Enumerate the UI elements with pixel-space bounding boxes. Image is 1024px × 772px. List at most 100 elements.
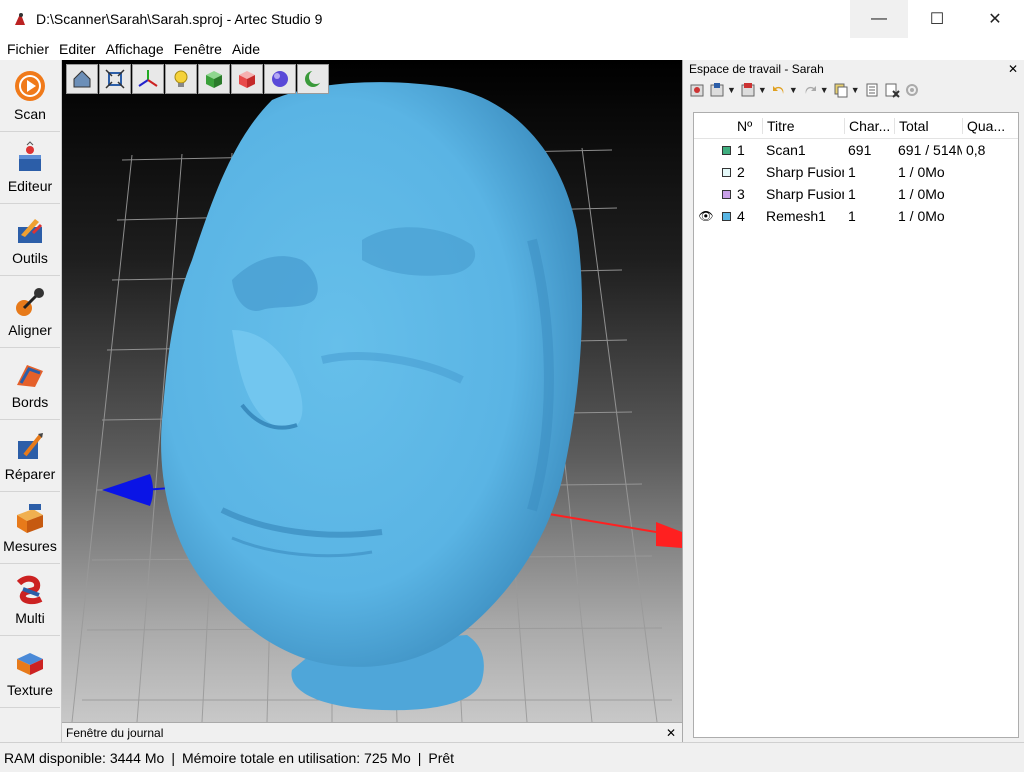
tool-measures-button[interactable]: Mesures [0,492,60,564]
tools-icon [18,219,43,243]
tool-measures-label: Mesures [3,538,57,554]
tool-align-button[interactable]: Aligner [0,276,60,348]
axes-button[interactable] [132,64,164,94]
col-header-char[interactable]: Char... [844,117,894,134]
ws-save-button[interactable]: ▼ [740,82,767,98]
tool-texture-button[interactable]: Texture [0,636,60,708]
window-title: D:\Scanner\Sarah\Sarah.sproj - Artec Stu… [36,11,323,27]
log-window-bar: Fenêtre du journal ✕ [62,722,682,742]
gear-icon [905,84,918,96]
tool-repair-button[interactable]: Réparer [0,420,60,492]
menu-affichage[interactable]: Affichage [101,41,169,57]
fit-view-button[interactable] [99,64,131,94]
edges-icon [17,365,43,387]
light-icon [174,70,188,87]
left-toolbar: Scan Editeur Outils Aligner Bords Répare… [0,60,62,742]
col-header-total[interactable]: Total [894,117,962,134]
title-bar: D:\Scanner\Sarah\Sarah.sproj - Artec Stu… [0,0,1024,38]
ws-copy-button[interactable]: ▼ [833,82,860,98]
table-row[interactable]: 2 Sharp Fusion 1 1 / 0Mo [694,161,1018,183]
ws-properties-button[interactable] [864,82,880,98]
ws-undo-button[interactable]: ▼ [771,82,798,98]
moon-button[interactable] [297,64,329,94]
close-window-button[interactable]: ✕ [966,0,1024,38]
workspace-toolbar: ▼ ▼ ▼ ▼ ▼ [683,78,1024,102]
row-no: 3 [737,186,745,202]
col-header-no[interactable]: Nº [734,118,762,134]
color-swatch[interactable] [718,211,734,221]
tool-scan-button[interactable]: Scan [0,60,60,132]
ws-settings-button[interactable] [904,82,920,98]
cube-button[interactable] [198,64,230,94]
workspace-header: Espace de travail - Sarah ✕ [683,60,1024,78]
artec-app-icon [15,13,25,25]
row-qua: 0,8 [966,142,986,158]
table-row[interactable]: 👁 4 Remesh1 1 1 / 0Mo [694,205,1018,227]
measures-icon [17,504,43,533]
status-ram: RAM disponible: 3444 Mo [4,749,165,766]
status-state: Prêt [428,749,455,766]
delete-icon [885,83,900,98]
table-row[interactable]: 1 Scan1 691 691 / 514M 0,8 [694,139,1018,161]
fit-view-icon [105,69,125,89]
menu-editer[interactable]: Editer [54,41,101,57]
color-swatch[interactable] [718,145,734,155]
red-cube-button[interactable] [231,64,263,94]
eye-icon[interactable]: 👁 [694,209,718,223]
home-view-icon [73,70,91,88]
row-char: 1 [848,186,856,202]
status-separator: | [171,749,175,766]
tool-texture-label: Texture [7,682,53,698]
row-total: 1 / 0Mo [898,164,945,180]
row-no: 1 [737,142,745,158]
ws-import-button[interactable] [689,82,705,98]
row-char: 1 [848,208,856,224]
sphere-icon [272,71,288,87]
ws-export-button[interactable]: ▼ [709,82,736,98]
ws-redo-button[interactable]: ▼ [802,82,829,98]
scene-canvas[interactable] [62,60,682,722]
row-title: Scan1 [766,142,806,158]
x-axis-arrow [656,522,682,548]
tool-tools-label: Outils [12,250,48,266]
tool-editor-label: Editeur [7,178,53,194]
row-total: 691 / 514M [898,142,962,158]
multi-icon [16,575,43,605]
log-window-close-button[interactable]: ✕ [666,726,676,740]
col-header-title[interactable]: Titre [762,117,844,134]
home-view-button[interactable] [66,64,98,94]
row-char: 691 [848,142,872,158]
3d-viewport[interactable] [62,60,682,722]
light-button[interactable] [165,64,197,94]
maximize-button[interactable]: ☐ [908,0,966,38]
col-header-qua[interactable]: Qua... [962,117,1012,134]
tool-multi-button[interactable]: Multi [0,564,60,636]
ws-delete-button[interactable] [884,82,900,98]
sphere-button[interactable] [264,64,296,94]
x-axis-line [536,511,663,534]
workspace-list: Nº Titre Char... Total Qua... 1 Scan1 69… [693,112,1019,738]
status-bar: RAM disponible: 3444 Mo | Mémoire totale… [0,742,1024,772]
row-char: 1 [848,164,856,180]
export-icon [710,83,724,97]
tool-edges-label: Bords [11,394,49,410]
tool-tools-button[interactable]: Outils [0,204,60,276]
menu-aide[interactable]: Aide [227,41,265,57]
color-swatch[interactable] [718,189,734,199]
status-separator: | [417,749,422,766]
minimize-button[interactable]: — [850,0,908,38]
menu-fenetre[interactable]: Fenêtre [169,41,227,57]
workspace-close-button[interactable]: ✕ [1008,62,1018,76]
tool-edges-button[interactable]: Bords [0,348,60,420]
tool-editor-button[interactable]: Editeur [0,132,60,204]
color-swatch[interactable] [718,167,734,177]
moon-icon [305,70,323,87]
workspace-list-header: Nº Titre Char... Total Qua... [694,113,1018,139]
table-row[interactable]: 3 Sharp Fusion 1 1 / 0Mo [694,183,1018,205]
menu-fichier[interactable]: Fichier [2,41,54,57]
save-icon [741,83,755,97]
tool-align-label: Aligner [8,322,52,338]
menu-bar: Fichier Editer Affichage Fenêtre Aide [0,38,1024,60]
tool-repair-label: Réparer [4,466,56,482]
cube-icon [206,71,222,88]
